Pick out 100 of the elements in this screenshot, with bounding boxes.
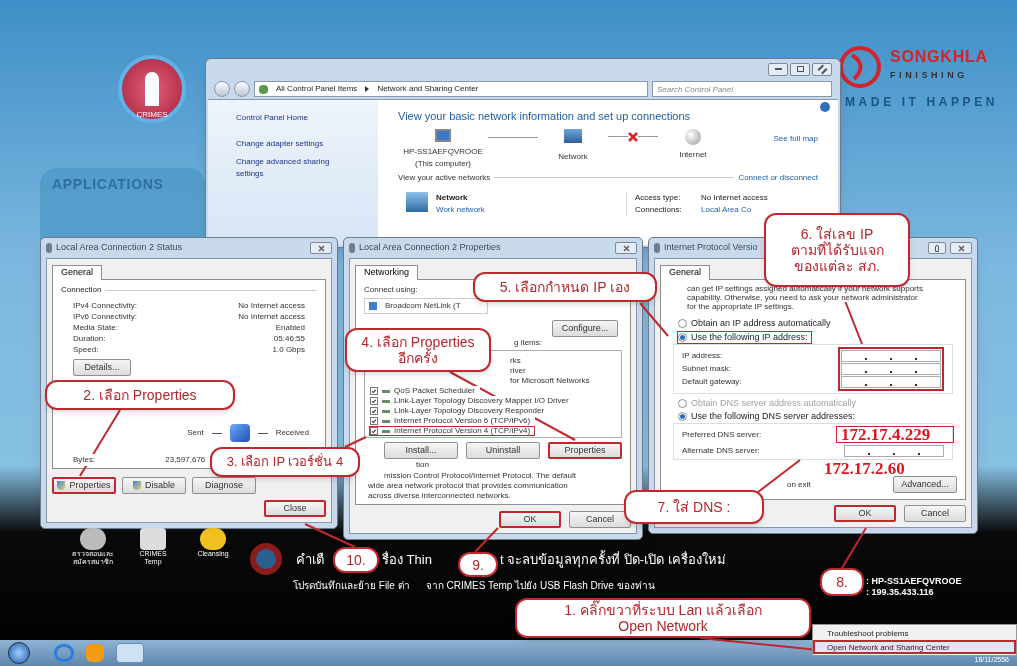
search-field[interactable]: Search Control Panel <box>652 81 832 97</box>
bytes-sent-value: 23,597,676 <box>165 454 206 466</box>
dialog-button[interactable]: Cancel <box>904 505 966 522</box>
network-label: Network <box>558 150 588 163</box>
close-button[interactable] <box>615 242 637 254</box>
callout: 9. <box>458 552 498 577</box>
start-button[interactable] <box>8 642 30 664</box>
swirl-logo-icon <box>838 45 882 89</box>
network-type-link[interactable]: Work network <box>436 203 485 216</box>
checkbox-label: on exit <box>787 478 811 491</box>
received-label: Received <box>275 427 309 439</box>
adapter-field: Broadcom NetLink (T <box>364 298 488 314</box>
list-item[interactable]: for Microsoft Networks <box>509 376 591 386</box>
breadcrumb-item[interactable]: Network and Sharing Center <box>377 83 479 95</box>
notice-text: โปรดบันทึกและย้าย File ต่า <box>293 580 410 592</box>
field-label: Alternate DNS server: <box>682 445 761 457</box>
system-info-text: : HP-SS1AEFQVROOE <box>866 576 962 587</box>
logo-name: SONGKHLA <box>890 47 988 67</box>
help-button[interactable] <box>928 242 946 254</box>
callout: 6. ใส่เลข IP ตามที่ได้รับแจก ของแต่ละ สภ. <box>764 213 910 287</box>
forward-button[interactable] <box>234 81 250 97</box>
dialog-button[interactable]: OK <box>834 505 896 522</box>
leader-line <box>344 436 367 448</box>
dialog-tab[interactable]: General <box>660 265 711 280</box>
connect-link[interactable]: Connect or disconnect <box>738 171 818 184</box>
globe-icon <box>685 128 701 145</box>
leader-line <box>474 527 499 553</box>
callout: 3. เลือก IP เวอร์ชั่น 4 <box>210 447 360 477</box>
dialog-button[interactable]: Install... <box>384 442 458 459</box>
see-full-map-link[interactable]: See full map <box>773 132 818 145</box>
status-label: IPv4 Connectivity: <box>73 300 139 311</box>
sent-label: Sent <box>187 427 204 439</box>
list-item[interactable]: Internet Protocol Version 6 (TCP/IPv6) <box>369 416 536 426</box>
internet-label: Internet <box>679 148 707 161</box>
cross-icon <box>628 131 638 142</box>
shortcut-icon[interactable] <box>200 528 226 550</box>
status-value: Enabled <box>274 322 305 333</box>
computer-note: (This computer) <box>415 157 471 170</box>
address-bar[interactable]: All Control Panel Items Network and Sharing Center <box>254 81 648 97</box>
task-link[interactable]: Control Panel Home <box>236 112 350 124</box>
dialog-button[interactable]: Details... <box>73 359 131 376</box>
task-link[interactable]: Change advanced sharing settings <box>236 156 350 180</box>
dialog-button[interactable]: Properties <box>52 477 116 494</box>
field-label: Preferred DNS server: <box>682 428 763 441</box>
dialog-button[interactable]: Diagnose <box>192 477 256 494</box>
list-item[interactable]: QoS Packet Scheduler <box>369 386 480 396</box>
status-value: 05:46:55 <box>272 333 305 344</box>
dialog-button[interactable]: Advanced... <box>893 476 957 493</box>
status-value: 1.0 Gbps <box>271 344 305 355</box>
breadcrumb-item[interactable]: All Control Panel Items <box>276 83 358 95</box>
dialog-title: Local Area Connection 2 Status <box>56 241 183 255</box>
ip-address-field[interactable] <box>844 445 944 457</box>
ip-address-field[interactable] <box>841 350 941 362</box>
field-label: Subnet mask: <box>682 363 731 375</box>
list-item[interactable]: river <box>509 366 527 376</box>
status-label: IPv6 Connectivity: <box>73 311 139 322</box>
dialog-button[interactable]: Close <box>264 500 326 517</box>
detail-value: No Internet access <box>701 191 768 204</box>
ip-address-field[interactable] <box>841 363 941 375</box>
dialog-tab[interactable]: General <box>52 265 103 280</box>
dialog-button[interactable]: OK <box>499 511 561 528</box>
maximize-button[interactable] <box>790 62 810 76</box>
logo-subtitle: FINISHING <box>890 69 969 82</box>
dialog-tab[interactable]: Networking <box>355 265 419 280</box>
notice-text: จาก CRIMES Temp ไปยัง USB Flash Drive ของท่าน <box>425 580 655 592</box>
shortcut-icon[interactable] <box>80 528 106 550</box>
ring-icon <box>250 543 282 575</box>
page-heading: View your basic network information and set up connections <box>398 109 692 124</box>
control-panel-icon[interactable] <box>116 643 144 663</box>
system-info-text: : 199.35.433.116 <box>866 587 935 598</box>
network-name: Network <box>436 191 469 204</box>
minimize-button[interactable] <box>768 62 788 76</box>
menu-item[interactable]: Open Network and Sharing Center <box>813 640 1016 654</box>
callout: 1. คลิ๊กขวาที่ระบบ Lan แล้วเลือก Open Network <box>515 598 811 638</box>
status-value: No Internet access <box>238 311 305 322</box>
connection-link[interactable]: Local Area Co <box>701 203 768 216</box>
task-link[interactable]: Change adapter settings <box>236 138 350 150</box>
warning-text: รื่อง Thin <box>382 552 432 568</box>
field-label: Default gateway: <box>682 376 742 388</box>
adapter-icon <box>369 302 377 310</box>
leader-line <box>304 523 356 548</box>
radio-option[interactable]: Use the following IP address: <box>677 331 813 344</box>
dialog-button[interactable]: Configure... <box>552 320 618 337</box>
dialog-button[interactable]: Properties <box>548 442 622 459</box>
menu-item[interactable]: Troubleshoot problems <box>813 626 1016 640</box>
close-button[interactable] <box>310 242 332 254</box>
description-text: across diverse interconnected networks. <box>368 491 511 501</box>
computer-icon <box>435 128 451 142</box>
back-button[interactable] <box>214 81 230 97</box>
dialog-button[interactable]: Cancel <box>569 511 631 528</box>
list-item[interactable]: rks <box>509 356 522 366</box>
dialog-button[interactable]: Uninstall <box>466 442 540 459</box>
ip-address-field[interactable] <box>841 376 941 388</box>
dns-annotation: 172.17.2.60 <box>823 460 906 478</box>
close-button[interactable] <box>812 62 832 76</box>
list-item[interactable]: Internet Protocol Version 4 (TCP/IPv4) <box>369 426 536 436</box>
dialog-button[interactable]: Disable <box>122 477 186 494</box>
chevron-icon <box>365 86 370 92</box>
close-button[interactable] <box>950 242 972 254</box>
square-icon <box>796 66 804 72</box>
